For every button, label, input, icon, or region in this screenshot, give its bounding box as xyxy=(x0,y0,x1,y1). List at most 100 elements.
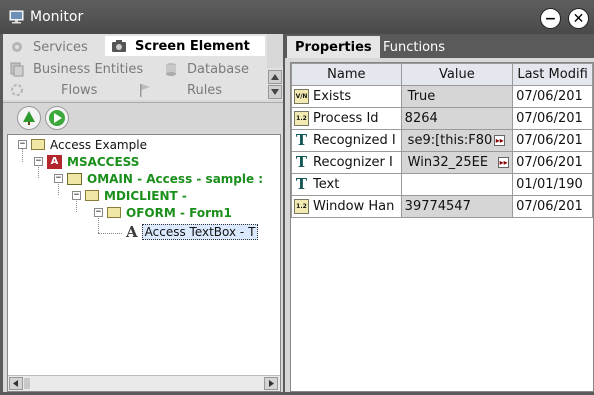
property-value: Win32_25EE xyxy=(407,155,489,170)
collapse-icon[interactable]: − xyxy=(72,191,81,200)
category-nav: Services Screen Element Business Entitie… xyxy=(3,34,267,100)
property-name: Window Han xyxy=(313,199,395,214)
nav-item-database[interactable]: Database xyxy=(163,59,263,79)
textbox-icon: A xyxy=(126,222,138,241)
minus-icon: − xyxy=(544,10,557,27)
run-button[interactable] xyxy=(45,106,69,130)
tree-node-label: OMAIN - Access - sample : xyxy=(87,171,264,186)
column-header-name[interactable]: Name xyxy=(291,63,402,86)
collapse-icon[interactable]: − xyxy=(34,157,43,166)
left-pane: Services Screen Element Business Entitie… xyxy=(3,34,283,392)
nav-item-label: Flows xyxy=(61,82,98,98)
scroll-left-button[interactable] xyxy=(9,377,23,390)
scroll-down-button[interactable] xyxy=(268,85,282,99)
property-name-cell: T Recognizer I xyxy=(291,151,402,174)
nav-item-label: Rules xyxy=(187,82,223,98)
nav-item-flows[interactable]: Flows xyxy=(9,80,119,100)
tree-node-selected[interactable]: A Access TextBox - T xyxy=(126,222,259,241)
nav-item-rules[interactable]: Rules xyxy=(137,80,257,100)
element-tree[interactable]: − Access Example − A MSACCESS − OMAIN - … xyxy=(7,134,281,392)
tree-horizontal-scrollbar[interactable] xyxy=(8,375,280,391)
database-icon xyxy=(163,61,179,77)
nav-scrollbar[interactable] xyxy=(267,68,283,100)
text-icon: T xyxy=(295,131,308,149)
text-icon: T xyxy=(295,175,308,193)
tree-node[interactable]: − OMAIN - Access - sample : xyxy=(54,170,263,187)
table-row[interactable]: V/N Exists True 07/06/201 xyxy=(291,85,593,108)
folder-icon xyxy=(107,207,121,218)
property-name: Text xyxy=(313,177,340,192)
expand-value-icon[interactable]: ▸▸ xyxy=(494,135,506,146)
arrow-up-icon xyxy=(271,74,279,80)
tree-node[interactable]: − A MSACCESS xyxy=(34,153,139,170)
property-value: 39774547 xyxy=(404,199,471,214)
property-value: True xyxy=(407,89,436,104)
minimize-button[interactable]: − xyxy=(540,8,561,29)
tab-functions[interactable]: Functions xyxy=(375,36,453,58)
close-icon: ✕ xyxy=(572,10,585,27)
property-modified-cell: 01/01/190 xyxy=(512,173,593,196)
property-modified-cell: 07/06/201 xyxy=(512,151,593,174)
property-name: Exists xyxy=(313,89,352,104)
nav-item-services[interactable]: Services xyxy=(9,37,119,57)
collapse-icon[interactable]: − xyxy=(94,208,103,217)
nav-item-screen-element[interactable]: Screen Element xyxy=(105,36,265,56)
flag-icon xyxy=(137,82,153,98)
scroll-thumb[interactable] xyxy=(24,378,30,389)
column-header-value[interactable]: Value xyxy=(400,63,514,86)
table-row[interactable]: T Recognized I se9:[this:F80 ▸▸ 07/06/201 xyxy=(291,129,593,152)
window-icon xyxy=(67,172,82,185)
nav-item-label: Screen Element xyxy=(135,38,250,54)
property-value: se9:[this:F80 xyxy=(407,133,493,148)
tree-node-label: OFORM - Form1 xyxy=(126,205,232,220)
property-modified-cell: 07/06/201 xyxy=(512,129,593,152)
property-modified-cell: 07/06/201 xyxy=(512,195,593,218)
property-modified: 07/06/201 xyxy=(516,199,583,214)
tree-node-label: MSACCESS xyxy=(67,154,140,169)
right-pane: Properties Functions Name Value Last Mod… xyxy=(285,34,594,392)
window-title: Monitor xyxy=(30,9,84,25)
tree-node[interactable]: − OFORM - Form1 xyxy=(94,204,232,221)
camera-icon xyxy=(111,38,127,54)
table-row[interactable]: 1.2 Process Id 8264 07/06/201 xyxy=(291,107,593,130)
number-icon: 1.2 xyxy=(294,111,309,126)
scroll-right-button[interactable] xyxy=(264,377,278,390)
nav-item-label: Database xyxy=(187,61,250,77)
recognize-button[interactable] xyxy=(17,106,41,130)
tab-properties[interactable]: Properties xyxy=(287,36,380,58)
tree-node[interactable]: − Access Example xyxy=(18,136,147,153)
property-value-cell[interactable]: se9:[this:F80 ▸▸ xyxy=(400,129,514,152)
table-row[interactable]: T Text 01/01/190 xyxy=(291,173,593,196)
expand-value-icon[interactable]: ▸▸ xyxy=(498,157,510,168)
tree-node[interactable]: − MDICLIENT - xyxy=(72,187,187,204)
property-name-cell: 1.2 Window Han xyxy=(291,195,402,218)
collapse-icon[interactable]: − xyxy=(54,174,63,183)
column-header-last-modified[interactable]: Last Modifi xyxy=(512,63,593,86)
collapse-icon[interactable]: − xyxy=(18,140,27,149)
tree-connector xyxy=(98,233,122,234)
property-value-cell[interactable]: 8264 xyxy=(400,107,514,130)
table-row[interactable]: 1.2 Window Han 39774547 07/06/201 xyxy=(291,195,593,218)
property-value-cell[interactable] xyxy=(400,173,514,196)
flows-icon xyxy=(9,82,25,98)
property-name-cell: V/N Exists xyxy=(291,85,402,108)
close-button[interactable]: ✕ xyxy=(568,8,589,29)
property-modified: 01/01/190 xyxy=(516,177,583,192)
access-app-icon: A xyxy=(47,154,62,169)
tree-toolbar xyxy=(3,102,283,132)
property-value-cell[interactable]: True xyxy=(400,85,514,108)
entities-icon xyxy=(9,61,25,77)
nav-item-business-entities[interactable]: Business Entities xyxy=(9,59,159,79)
property-name-cell: 1.2 Process Id xyxy=(291,107,402,130)
table-header: Name Value Last Modifi xyxy=(291,63,593,86)
tree-node-label: Access Example xyxy=(50,137,147,152)
property-name: Recognizer I xyxy=(313,155,393,170)
property-value-cell[interactable]: Win32_25EE ▸▸ xyxy=(400,151,514,174)
scroll-up-button[interactable] xyxy=(268,70,282,84)
folder-icon xyxy=(31,139,45,150)
properties-grid: Name Value Last Modifi V/N Exists True 07… xyxy=(290,62,594,392)
property-value-cell[interactable]: 39774547 xyxy=(400,195,514,218)
table-row[interactable]: T Recognizer I Win32_25EE ▸▸ 07/06/201 xyxy=(291,151,593,174)
arrow-down-icon xyxy=(271,89,279,95)
tree-node-label: Access TextBox - T xyxy=(141,223,259,240)
